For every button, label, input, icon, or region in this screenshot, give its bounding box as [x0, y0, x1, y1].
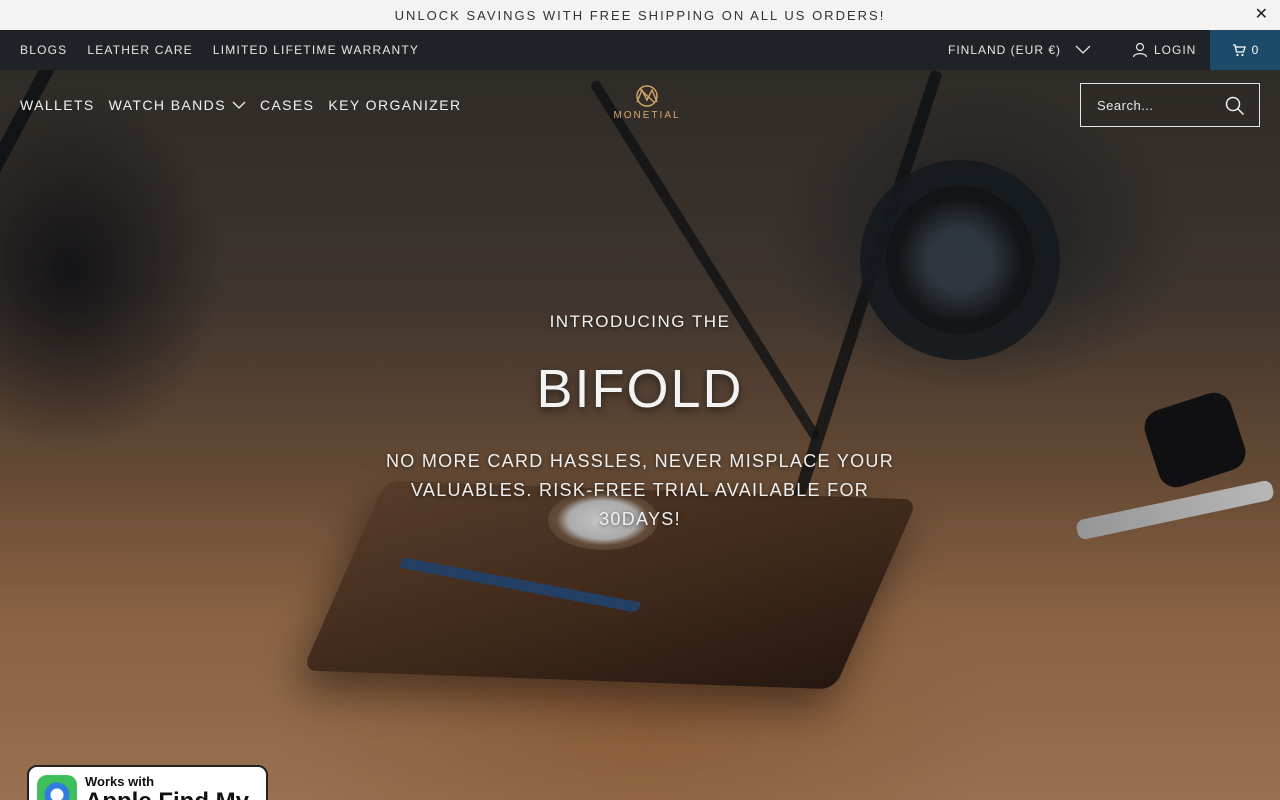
currency-label: FINLAND (EUR €) [948, 43, 1062, 57]
hero-overlay [0, 70, 1280, 800]
currency-selector[interactable]: FINLAND (EUR €) [948, 30, 1091, 70]
badge-big-text: Apple Find My [85, 790, 249, 800]
login-label: LOGIN [1154, 43, 1197, 57]
cart-count: 0 [1251, 43, 1259, 57]
top-utility-bar: BLOGS LEATHER CARE LIMITED LIFETIME WARR… [0, 30, 1280, 70]
login-link[interactable]: LOGIN [1132, 30, 1196, 70]
find-my-icon [37, 775, 77, 800]
find-my-badge: Works with Apple Find My [27, 765, 268, 800]
hero-banner [0, 70, 1280, 800]
cart-icon [1232, 44, 1246, 57]
logo-text: MONETIAL [613, 110, 681, 121]
nav-key-organizer[interactable]: KEY ORGANIZER [328, 97, 461, 113]
hero-headline: BIFOLD [536, 359, 744, 419]
search-icon[interactable] [1225, 96, 1245, 116]
brand-logo[interactable]: MONETIAL [612, 84, 682, 126]
close-icon[interactable]: ✕ [1255, 6, 1268, 24]
monetial-logo-icon [636, 85, 658, 107]
hero-eyebrow: INTRODUCING THE [549, 312, 731, 331]
link-leather-care[interactable]: LEATHER CARE [87, 43, 193, 57]
chevron-down-icon [1075, 45, 1091, 54]
link-blogs[interactable]: BLOGS [20, 43, 67, 57]
user-icon [1132, 42, 1148, 58]
badge-text: Works with Apple Find My [85, 775, 249, 800]
badge-small-text: Works with [85, 774, 155, 789]
search-box [1080, 83, 1260, 127]
nav-cases[interactable]: CASES [260, 97, 314, 113]
nav-wallets[interactable]: WALLETS [20, 97, 95, 113]
main-nav: WALLETS WATCH BANDS CASES KEY ORGANIZER [20, 96, 461, 114]
hero-subtitle: NO MORE CARD HASSLES, NEVER MISPLACE YOU… [385, 451, 895, 529]
chevron-down-icon [232, 101, 246, 109]
nav-watch-bands[interactable]: WATCH BANDS [109, 97, 246, 113]
link-warranty[interactable]: LIMITED LIFETIME WARRANTY [213, 43, 419, 57]
announcement-text: UNLOCK SAVINGS WITH FREE SHIPPING ON ALL… [394, 7, 886, 23]
utility-nav: BLOGS LEATHER CARE LIMITED LIFETIME WARR… [20, 30, 419, 70]
search-input[interactable] [1097, 97, 1221, 113]
announcement-bar: UNLOCK SAVINGS WITH FREE SHIPPING ON ALL… [0, 0, 1280, 30]
cart-button[interactable]: 0 [1210, 30, 1280, 70]
